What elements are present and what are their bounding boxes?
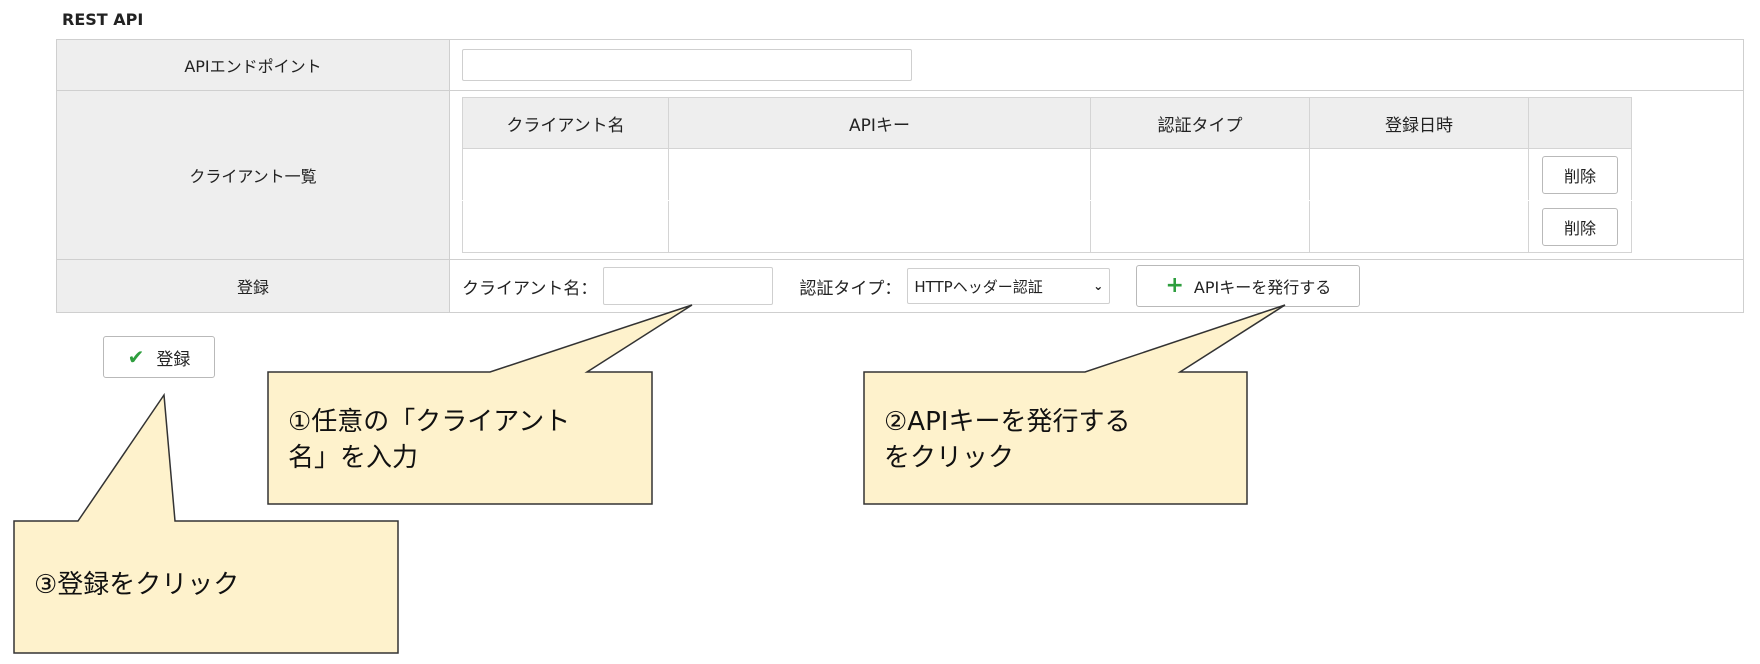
column-auth-type: 認証タイプ [1090, 97, 1310, 149]
delete-button[interactable]: 削除 [1542, 207, 1618, 246]
section-title: REST API [62, 10, 144, 29]
endpoint-row: APIエンドポイント [56, 39, 1744, 91]
auth-type-cell [1090, 200, 1310, 253]
table-row: 削除 [462, 200, 1632, 253]
registered-cell [1309, 148, 1529, 201]
table-row: 削除 [462, 148, 1632, 201]
delete-cell: 削除 [1528, 148, 1632, 201]
delete-cell: 削除 [1528, 200, 1632, 253]
auth-type-cell [1090, 148, 1310, 201]
register-button[interactable]: ✔ 登録 [103, 336, 215, 378]
register-row-label: 登録 [56, 259, 450, 313]
issue-api-key-label: APIキーを発行する [1193, 278, 1332, 297]
column-api-key: APIキー [668, 97, 1091, 149]
delete-button[interactable]: 削除 [1542, 155, 1618, 194]
register-row: 登録 クライアント名： 認証タイプ： HTTPヘッダー認証 ⌄ + APIキーを… [56, 259, 1744, 313]
client-name-cell [462, 200, 669, 253]
client-list-cell: クライアント名 APIキー 認証タイプ 登録日時 削除 削除 [449, 90, 1744, 260]
column-registered-at: 登録日時 [1309, 97, 1529, 149]
registered-cell [1309, 200, 1529, 253]
column-client-name: クライアント名 [462, 97, 669, 149]
api-key-cell [668, 148, 1091, 201]
issue-api-key-button[interactable]: + APIキーを発行する [1136, 265, 1361, 307]
client-table: クライアント名 APIキー 認証タイプ 登録日時 削除 削除 [462, 97, 1632, 253]
callout-3-text: ③登録をクリック [34, 570, 240, 600]
auth-type-label: 認証タイプ： [799, 278, 902, 299]
client-list-label: クライアント一覧 [56, 90, 450, 260]
chevron-down-icon: ⌄ [1093, 279, 1104, 293]
client-name-input[interactable] [603, 267, 774, 305]
register-row-cell: クライアント名： 認証タイプ： HTTPヘッダー認証 ⌄ + APIキーを発行す… [449, 259, 1744, 313]
client-table-header: クライアント名 APIキー 認証タイプ 登録日時 [462, 97, 1632, 149]
column-actions [1528, 97, 1632, 149]
auth-type-select[interactable]: HTTPヘッダー認証 ⌄ [907, 268, 1111, 304]
client-name-label: クライアント名： [462, 278, 598, 299]
register-form: クライアント名： 認証タイプ： HTTPヘッダー認証 ⌄ + APIキーを発行す… [462, 265, 1743, 307]
callout-1-text: ①任意の「クライアント 名」を入力 [288, 407, 571, 473]
endpoint-cell [449, 39, 1744, 91]
plus-icon: + [1165, 273, 1184, 298]
client-name-cell [462, 148, 669, 201]
endpoint-label: APIエンドポイント [56, 39, 450, 91]
rest-api-settings-table: APIエンドポイント クライアント一覧 クライアント名 APIキー 認証タイプ [56, 39, 1744, 313]
auth-type-selected-value: HTTPヘッダー認証 [914, 277, 1043, 296]
register-button-label: 登録 [156, 349, 191, 370]
client-list-row: クライアント一覧 クライアント名 APIキー 認証タイプ 登録日時 削除 削除 [56, 90, 1744, 260]
api-key-cell [668, 200, 1091, 253]
checkmark-icon: ✔ [127, 345, 145, 369]
endpoint-input[interactable] [462, 49, 912, 81]
callout-2-text: ②APIキーを発行する をクリック [884, 407, 1131, 473]
